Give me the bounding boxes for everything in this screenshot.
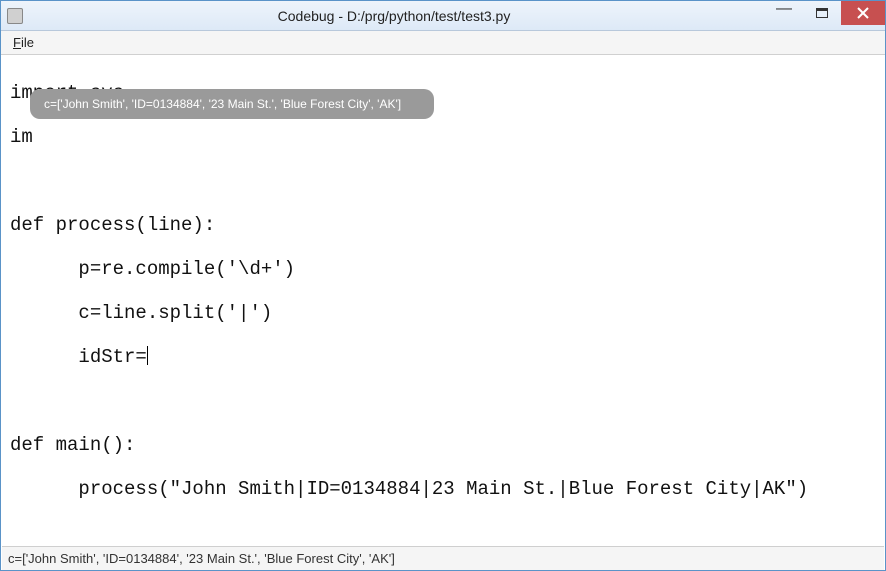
maximize-icon bbox=[816, 8, 828, 18]
code-line: def main(): bbox=[10, 434, 876, 456]
code-line: im bbox=[10, 126, 876, 148]
menubar: File bbox=[1, 31, 885, 55]
debug-tooltip: c=['John Smith', 'ID=0134884', '23 Main … bbox=[30, 89, 434, 119]
code-line: p=re.compile('\d+') bbox=[10, 258, 876, 280]
close-icon bbox=[857, 7, 869, 19]
window-controls: — bbox=[765, 1, 885, 30]
code-line bbox=[10, 390, 876, 412]
code-line bbox=[10, 170, 876, 192]
code-line bbox=[10, 522, 876, 544]
code-line: process("John Smith|ID=0134884|23 Main S… bbox=[10, 478, 876, 500]
maximize-button[interactable] bbox=[803, 1, 841, 25]
menu-file[interactable]: File bbox=[7, 33, 40, 52]
code-line: c=line.split('|') bbox=[10, 302, 876, 324]
code-editor[interactable]: import sys im def process(line): p=re.co… bbox=[2, 56, 884, 544]
statusbar: c=['John Smith', 'ID=0134884', '23 Main … bbox=[2, 546, 884, 570]
text-cursor bbox=[147, 346, 148, 365]
status-text: c=['John Smith', 'ID=0134884', '23 Main … bbox=[8, 551, 395, 566]
code-line: def process(line): bbox=[10, 214, 876, 236]
close-button[interactable] bbox=[841, 1, 885, 25]
code-line: idStr= bbox=[10, 346, 876, 368]
app-icon bbox=[7, 8, 23, 24]
titlebar[interactable]: Codebug - D:/prg/python/test/test3.py — bbox=[1, 1, 885, 31]
window-title: Codebug - D:/prg/python/test/test3.py bbox=[23, 8, 765, 24]
minimize-button[interactable]: — bbox=[765, 1, 803, 25]
